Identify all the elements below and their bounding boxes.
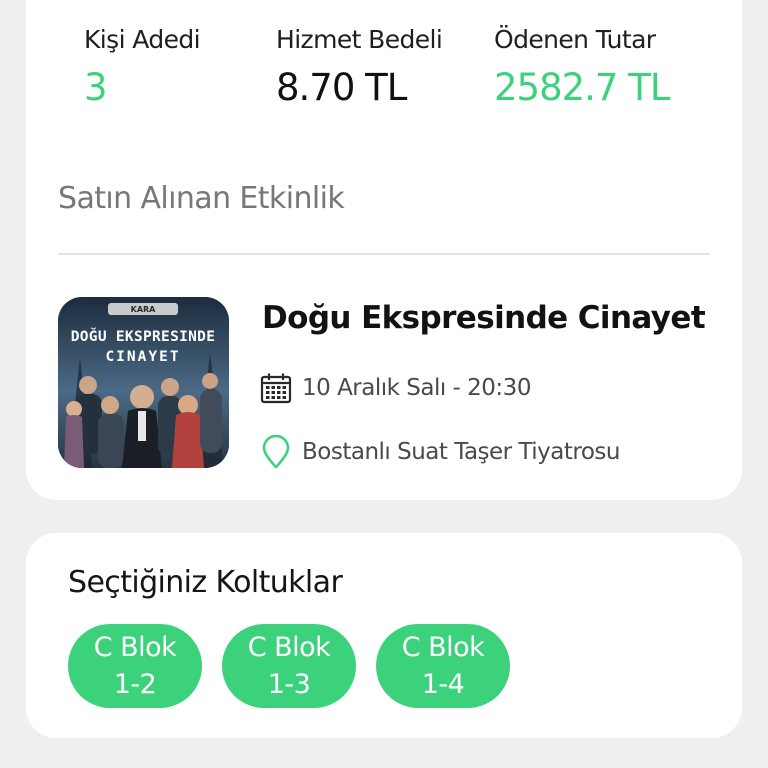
event-title[interactable]: Doğu Ekspresinde Cinayet [262,300,706,336]
seat-chip-block: C Blok [401,632,485,663]
paid-amount-value: 2582.7 TL [494,66,670,109]
poster-title-line2: CINAYET [105,349,180,365]
poster-logo-text: KARA [131,305,157,314]
service-fee-block: Hizmet Bedeli 8.70 TL [276,24,443,110]
people-count-label: Kişi Adedi [84,25,201,54]
people-count-value: 3 [84,66,108,109]
event-date-text: 10 Aralık Salı - 20:30 [302,375,531,401]
seat-chip-list: C Blok 1-2 C Blok 1-3 C Blok 1-4 [68,624,530,708]
seat-chip[interactable]: C Blok 1-4 [376,624,510,708]
paid-amount-block: Ödenen Tutar 2582.7 TL [494,24,670,110]
payment-summary: Kişi Adedi 3 Hizmet Bedeli 8.70 TL Ödene… [26,24,742,124]
event-venue-text: Bostanlı Suat Taşer Tiyatrosu [302,439,621,465]
location-pin-icon [260,434,292,470]
service-fee-label: Hizmet Bedeli [276,25,443,54]
purchased-event-heading: Satın Alınan Etkinlik [58,181,345,216]
seat-chip-block: C Blok [247,632,331,663]
service-fee-value: 8.70 TL [276,66,407,109]
seat-chip[interactable]: C Blok 1-3 [222,624,356,708]
paid-amount-label: Ödenen Tutar [494,25,656,54]
selected-seats-heading: Seçtiğiniz Koltuklar [68,565,343,600]
poster-artwork: KARA DOĞU EKSPRESINDE CINAYET [58,297,229,468]
order-summary-card: Kişi Adedi 3 Hizmet Bedeli 8.70 TL Ödene… [26,0,742,500]
seat-chip-number: 1-4 [421,669,465,700]
seat-chip-number: 1-3 [267,669,311,700]
seat-chip-block: C Blok [93,632,177,663]
poster-title-line1: DOĞU EKSPRESINDE [71,327,215,345]
event-venue-row: Bostanlı Suat Taşer Tiyatrosu [260,434,621,470]
event-date-row: 10 Aralık Salı - 20:30 [260,370,531,406]
page: Kişi Adedi 3 Hizmet Bedeli 8.70 TL Ödene… [0,0,768,768]
section-divider [58,253,710,255]
seat-chip[interactable]: C Blok 1-2 [68,624,202,708]
seat-chip-number: 1-2 [113,669,157,700]
calendar-icon [260,370,292,406]
selected-seats-card: Seçtiğiniz Koltuklar C Blok 1-2 C Blok 1… [26,533,742,738]
event-poster-image[interactable]: KARA DOĞU EKSPRESINDE CINAYET [58,297,229,468]
people-count-block: Kişi Adedi 3 [84,24,201,110]
